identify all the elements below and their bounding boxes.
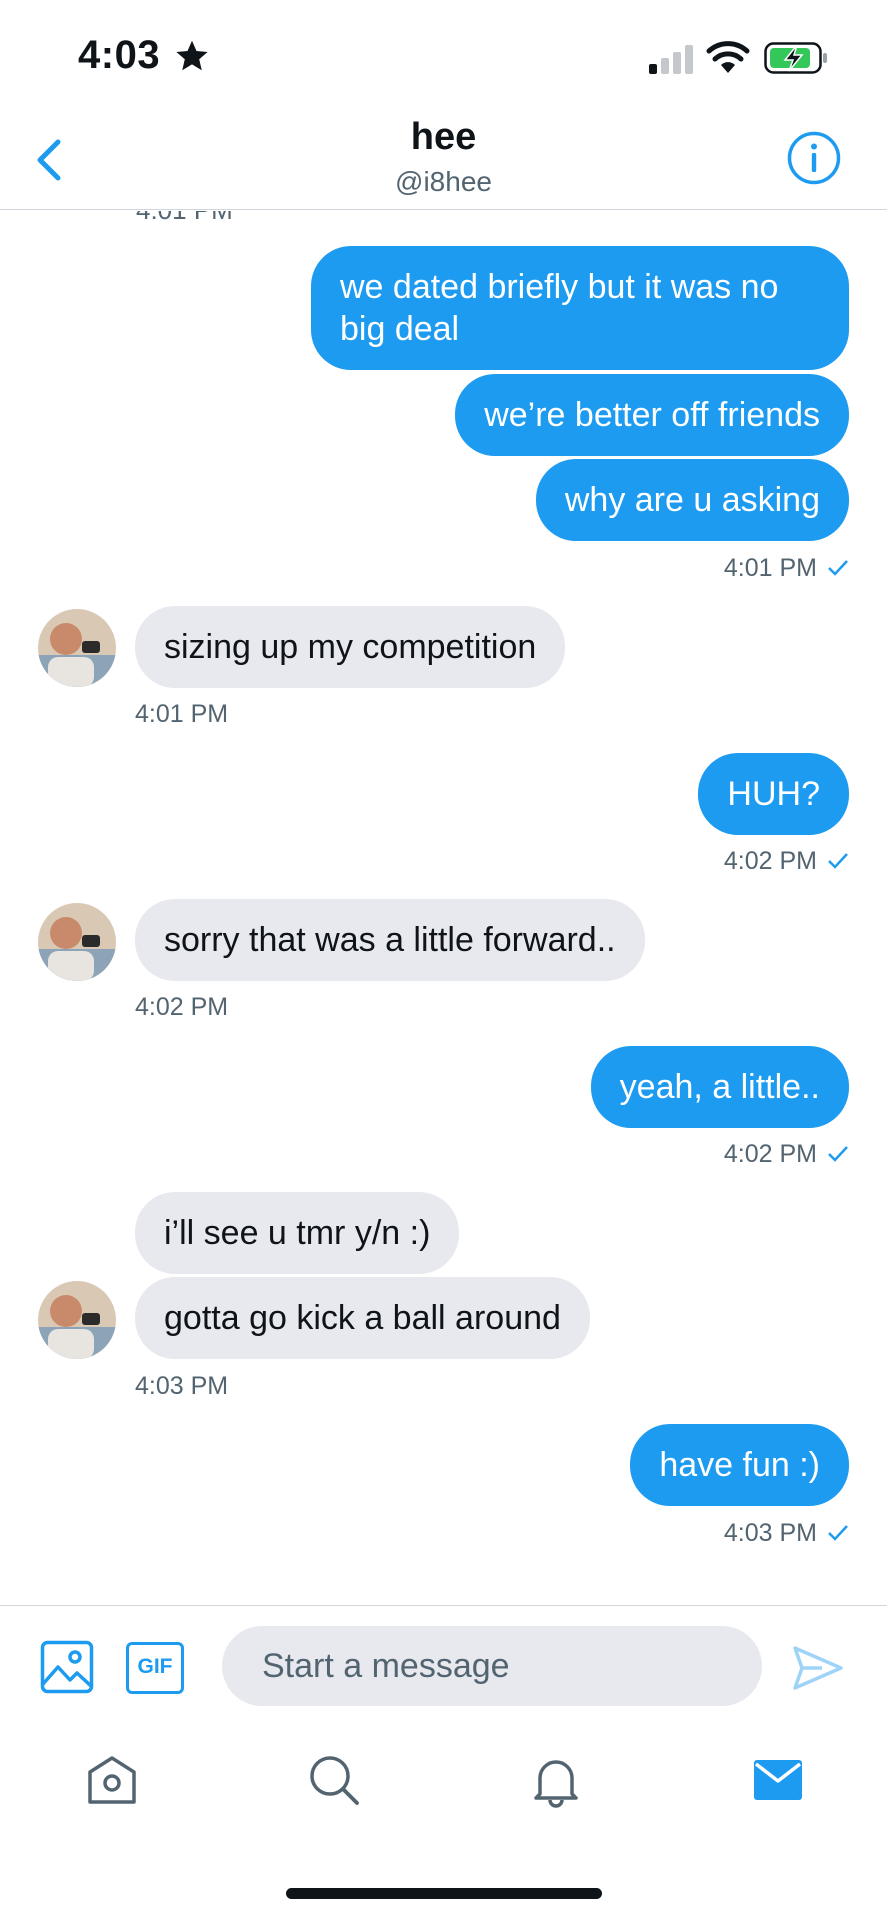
outgoing-message[interactable]: why are u asking [535,459,849,541]
message-timestamp: 4:03 PM [723,1519,817,1547]
avatar[interactable] [38,903,116,981]
battery-charging-icon [764,42,827,74]
star-icon [176,40,208,71]
signal-icon [649,45,693,74]
conversation-header: hee @i8hee [0,110,887,210]
image-icon[interactable] [40,1640,94,1694]
message-timestamp: 4:01 PM [135,700,229,728]
avatar[interactable] [38,1281,116,1359]
gif-button[interactable]: GIF [126,1642,184,1694]
message-meta: 4:01 PM [724,554,849,583]
search-icon[interactable] [306,1752,362,1808]
message-input[interactable] [222,1626,762,1706]
avatar[interactable] [38,609,116,687]
outgoing-message[interactable]: we dated briefly but it was no big deal [311,246,849,370]
outgoing-message[interactable]: HUH? [698,753,849,835]
message-meta: 4:03 PM [724,1519,849,1548]
read-check-icon [828,1525,848,1541]
contact-handle[interactable]: @i8hee [0,166,887,198]
read-check-icon [828,1146,848,1162]
wifi-icon [706,41,750,73]
read-check-icon [828,853,848,869]
incoming-message[interactable]: sorry that was a little forward.. [135,899,645,981]
status-bar: 4:03 [0,0,887,110]
message-timestamp: 4:03 PM [135,1372,229,1400]
message-timestamp: 4:02 PM [723,1140,817,1168]
outgoing-message[interactable]: have fun :) [630,1424,849,1506]
notifications-bell-icon[interactable] [528,1752,584,1808]
message-timestamp: 4:01 PM [723,554,817,582]
read-check-icon [828,560,848,576]
bottom-tab-bar [0,1730,887,1830]
message-timestamp: 4:02 PM [135,993,229,1021]
message-timestamp: 4:02 PM [723,847,817,875]
home-icon[interactable] [84,1752,140,1808]
status-time: 4:03 [78,33,161,77]
avatar-photo [38,609,116,687]
messages-envelope-icon[interactable] [750,1752,806,1808]
incoming-message[interactable]: sizing up my competition [135,606,566,688]
home-indicator[interactable] [286,1888,602,1899]
outgoing-message[interactable]: we’re better off friends [455,374,849,456]
avatar-photo [38,1281,116,1359]
contact-name[interactable]: hee [0,116,887,159]
incoming-message[interactable]: gotta go kick a ball around [135,1277,590,1359]
send-icon[interactable] [792,1644,844,1692]
message-composer: GIF [0,1605,887,1730]
message-meta: 4:02 PM [724,1140,849,1169]
message-thread[interactable]: 4:01 PM we dated briefly but it was no b… [0,211,887,1605]
message-meta: 4:02 PM [724,847,849,876]
outgoing-message[interactable]: yeah, a little.. [590,1046,849,1128]
message-timestamp: 4:01 PM [136,211,233,226]
info-icon[interactable] [786,130,842,186]
incoming-message[interactable]: i’ll see u tmr y/n :) [135,1192,460,1274]
avatar-photo [38,903,116,981]
